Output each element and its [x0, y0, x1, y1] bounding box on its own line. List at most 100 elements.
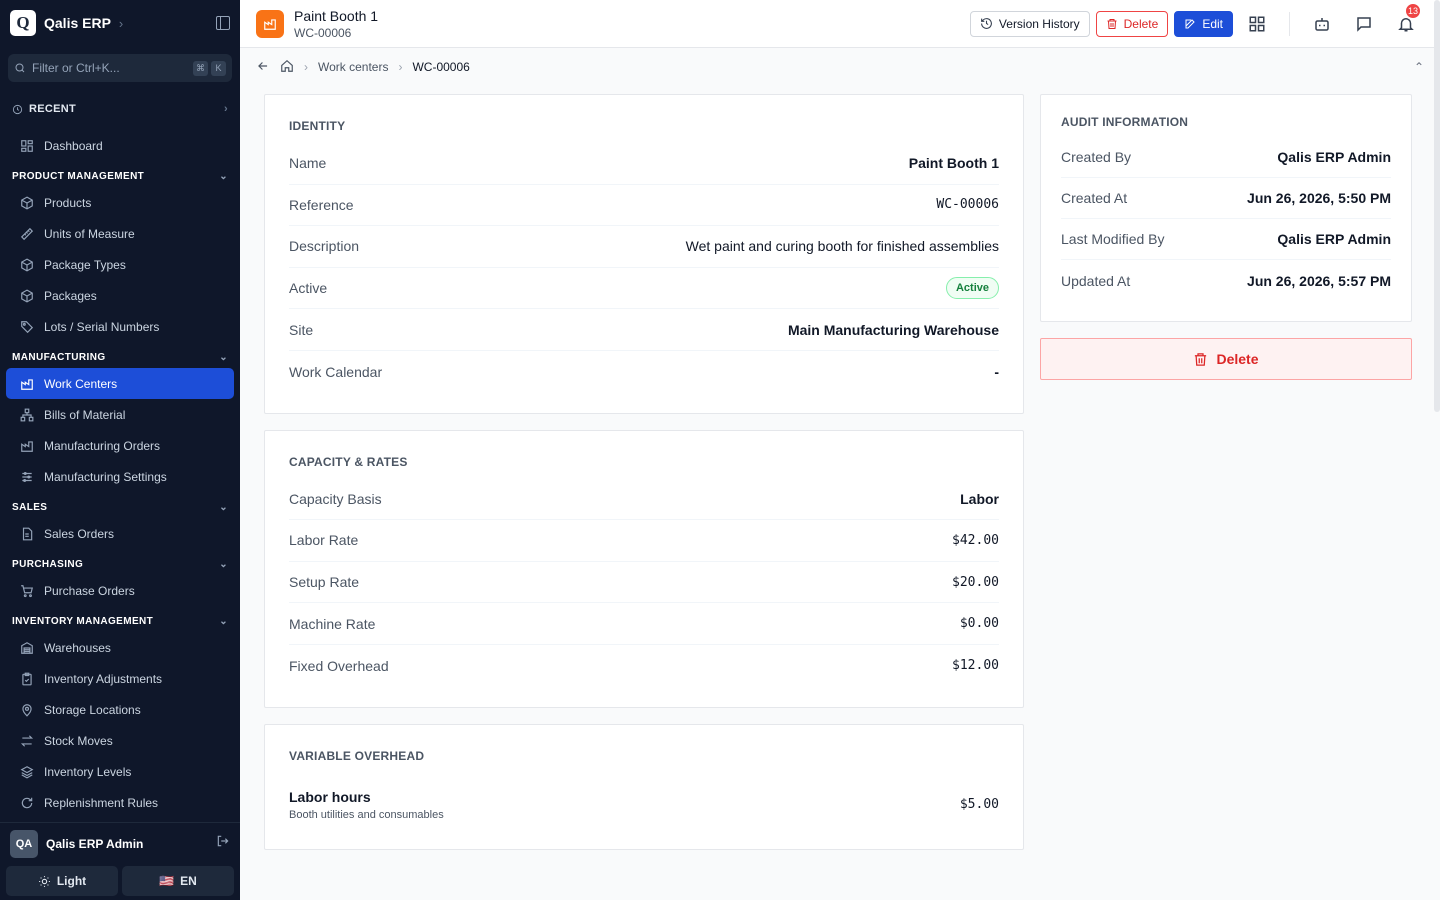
sidebar-item-replenishment-rules[interactable]: Replenishment Rules: [6, 787, 234, 818]
sidebar-item-packages[interactable]: Packages: [6, 280, 234, 311]
sidebar-item-warehouses[interactable]: Warehouses: [6, 632, 234, 663]
field-label: Reference: [289, 196, 354, 213]
sidebar-item-label: Stock Moves: [44, 733, 113, 748]
sidebar-item-label: Lots / Serial Numbers: [44, 319, 160, 334]
list-item: Labor hours Booth utilities and consumabl…: [289, 789, 999, 821]
sidebar-item-package-types[interactable]: Package Types: [6, 249, 234, 280]
field-value: WC-00006: [936, 197, 999, 213]
sliders-icon: [20, 470, 34, 484]
variable-overhead-card: VARIABLE OVERHEAD Labor hours Booth utili…: [264, 723, 1024, 850]
sidebar-item-purchase-orders[interactable]: Purchase Orders: [6, 575, 234, 606]
field-row: Site Main Manufacturing Warehouse: [289, 309, 999, 351]
sidebar-item-label: Sales Orders: [44, 526, 115, 541]
avatar: QA: [10, 829, 38, 858]
sidebar-item-stock-moves[interactable]: Stock Moves: [6, 725, 234, 756]
field-value: $0.00: [959, 616, 999, 632]
chevron-down-icon: ⌄: [219, 351, 228, 363]
user-menu[interactable]: QA Qalis ERP Admin: [0, 822, 240, 864]
edit-button[interactable]: Edit: [1174, 10, 1233, 37]
field-row: Created By Qalis ERP Admin: [1061, 137, 1391, 178]
kbd-cmd: ⌘: [193, 60, 208, 76]
sidebar-item-label: Package Types: [44, 257, 126, 272]
sidebar-item-label: Work Centers: [44, 376, 118, 391]
status-badge: Active: [945, 277, 999, 300]
sidebar-item-inventory-levels[interactable]: Inventory Levels: [6, 756, 234, 787]
card-title: VARIABLE OVERHEAD: [289, 748, 425, 763]
sidebar-item-work-centers[interactable]: Work Centers: [6, 368, 234, 399]
section-manufacturing[interactable]: MANUFACTURING ⌄: [0, 346, 240, 368]
sidebar-item-units-of-measure[interactable]: Units of Measure: [6, 218, 234, 249]
field-row: Reference WC-00006: [289, 185, 999, 227]
section-product-management[interactable]: PRODUCT MANAGEMENT ⌄: [0, 165, 240, 187]
divider: [1289, 11, 1290, 36]
bell-icon[interactable]: 13: [1388, 1, 1424, 42]
field-label: Created At: [1061, 190, 1128, 206]
field-row: Work Calendar -: [289, 351, 999, 393]
back-arrow-icon[interactable]: [256, 59, 270, 76]
home-icon[interactable]: [280, 59, 294, 76]
sidebar-item-inventory-adjustments[interactable]: Inventory Adjustments: [6, 663, 234, 694]
search-icon: [15, 63, 25, 73]
identity-card: IDENTITY Name Paint Booth 1 Reference WC-0…: [264, 94, 1024, 414]
delete-button[interactable]: Delete: [1095, 10, 1169, 37]
field-value[interactable]: Main Manufacturing Warehouse: [788, 322, 999, 338]
section-inventory-management[interactable]: INVENTORY MANAGEMENT ⌄: [0, 610, 240, 632]
apps-grid-icon[interactable]: [1239, 6, 1275, 42]
logout-icon[interactable]: [216, 834, 230, 853]
field-row: Description Wet paint and curing booth fo…: [289, 226, 999, 268]
app-name[interactable]: Qalis ERP: [44, 15, 111, 31]
bot-icon[interactable]: [1304, 6, 1340, 42]
chevron-right-icon: ›: [224, 103, 228, 115]
sidebar-item-label: Purchase Orders: [44, 583, 135, 598]
search-placeholder: Filter or Ctrl+K...: [32, 61, 120, 75]
chevron-right-icon[interactable]: ›: [119, 16, 123, 31]
sidebar-item-bills-of-material[interactable]: Bills of Material: [6, 399, 234, 430]
breadcrumb-current: WC-00006: [412, 60, 470, 74]
sidebar-collapse-icon[interactable]: [216, 16, 230, 30]
sidebar-item-dashboard[interactable]: Dashboard: [6, 130, 234, 161]
chevron-up-icon[interactable]: ⌃: [1414, 60, 1424, 74]
language-button[interactable]: 🇺🇸 EN: [122, 866, 234, 896]
sidebar-item-label: Bills of Material: [44, 407, 126, 422]
sidebar-item-label: Products: [44, 195, 92, 210]
language-label: EN: [180, 874, 197, 888]
delete-record-label: Delete: [1216, 351, 1259, 367]
sidebar-item-products[interactable]: Products: [6, 187, 234, 218]
field-value: $12.00: [952, 658, 999, 674]
delete-record-button[interactable]: Delete: [1040, 338, 1412, 380]
sidebar-item-manufacturing-orders[interactable]: Manufacturing Orders: [6, 430, 234, 461]
field-row: Updated At Jun 26, 2026, 5:57 PM: [1061, 260, 1391, 301]
search-input[interactable]: Filter or Ctrl+K... ⌘ K: [8, 54, 232, 82]
sidebar-item-label: Replenishment Rules: [44, 795, 159, 810]
recent-toggle[interactable]: RECENT ›: [0, 98, 240, 120]
field-value: $42.00: [952, 532, 999, 548]
sidebar-header: Q Qalis ERP ›: [0, 0, 240, 46]
theme-toggle-button[interactable]: Light: [6, 866, 118, 896]
sidebar-item-lots-serial-numbers[interactable]: Lots / Serial Numbers: [6, 311, 234, 342]
field-value: -: [994, 363, 999, 380]
sidebar-item-storage-locations[interactable]: Storage Locations: [6, 694, 234, 725]
section-label: INVENTORY MANAGEMENT: [12, 615, 154, 627]
field-label: Name: [289, 155, 327, 172]
breadcrumb-work-centers[interactable]: Work centers: [318, 60, 388, 74]
recent-label: RECENT: [29, 103, 77, 115]
version-history-label: Version History: [998, 16, 1080, 31]
field-value: Jun 26, 2026, 5:57 PM: [1247, 272, 1391, 289]
field-value: Qalis ERP Admin: [1277, 231, 1391, 247]
content: IDENTITY Name Paint Booth 1 Reference WC-0…: [240, 86, 1440, 850]
section-purchasing[interactable]: PURCHASING ⌄: [0, 553, 240, 575]
chevron-right-icon: ›: [304, 60, 308, 74]
field-value: $20.00: [952, 574, 999, 590]
field-row: Created At Jun 26, 2026, 5:50 PM: [1061, 178, 1391, 219]
version-history-button[interactable]: Version History: [969, 10, 1090, 37]
scrollbar[interactable]: [1434, 0, 1440, 412]
sidebar-item-manufacturing-settings[interactable]: Manufacturing Settings: [6, 461, 234, 492]
field-label: Capacity Basis: [289, 490, 382, 507]
section-label: PRODUCT MANAGEMENT: [12, 170, 145, 182]
sidebar-item-label: Manufacturing Settings: [44, 469, 167, 484]
section-sales[interactable]: SALES ⌄: [0, 496, 240, 518]
field-label: Work Calendar: [289, 363, 383, 380]
field-label: Labor Rate: [289, 532, 359, 549]
sidebar-item-sales-orders[interactable]: Sales Orders: [6, 518, 234, 549]
chat-icon[interactable]: [1346, 6, 1382, 42]
